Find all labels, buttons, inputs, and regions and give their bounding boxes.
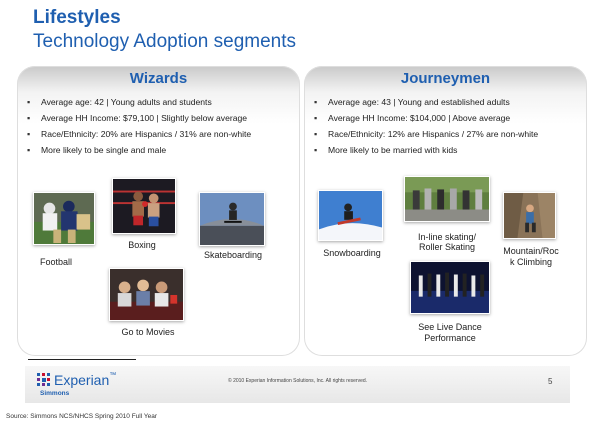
page-number: 5 xyxy=(548,377,553,386)
boxing-photo xyxy=(112,178,176,234)
climbing-caption-line2: k Climbing xyxy=(509,257,552,267)
footer-divider xyxy=(28,359,136,360)
wizards-panel: Wizards Average age: 42 | Young adults a… xyxy=(17,66,300,356)
journeymen-bullet-list: Average age: 43 | Young and established … xyxy=(314,96,583,160)
slide: Lifestyles Technology Adoption segments … xyxy=(0,0,595,426)
dance-caption-line2: Performance xyxy=(424,333,476,343)
football-photo xyxy=(33,192,95,245)
source-note: Source: Simmons NCS/NHCS Spring 2010 Ful… xyxy=(6,413,158,420)
boxing-caption: Boxing xyxy=(128,240,156,250)
wizards-bullet-lifestage: More likely to be single and male xyxy=(27,144,296,160)
slide-subtitle: Technology Adoption segments xyxy=(33,31,297,52)
skateboarding-caption: Skateboarding xyxy=(203,250,263,260)
wizards-bullet-age: Average age: 42 | Young adults and stude… xyxy=(27,96,296,112)
journeymen-heading: Journeymen xyxy=(400,70,491,87)
journeymen-panel: Journeymen Average age: 43 | Young and e… xyxy=(304,66,587,356)
dance-caption-line1: See Live Dance xyxy=(418,322,482,332)
skating-caption-line2: Roller Skating xyxy=(418,242,476,252)
climbing-caption-line1: Mountain/Roc xyxy=(503,246,559,256)
brand-name: Experian xyxy=(54,372,110,388)
snowboarding-photo xyxy=(318,190,383,241)
wizards-bullet-list: Average age: 42 | Young adults and stude… xyxy=(27,96,296,160)
simmons-label: Simmons xyxy=(40,390,70,397)
wizards-bullet-income: Average HH Income: $79,100 | Slightly be… xyxy=(27,112,296,128)
dance-photo xyxy=(410,261,490,314)
football-caption: Football xyxy=(39,257,73,267)
skateboarding-photo xyxy=(199,192,265,246)
climbing-photo xyxy=(503,192,556,239)
journeymen-bullet-lifestage: More likely to be married with kids xyxy=(314,144,583,160)
brand-trademark: ™ xyxy=(109,372,117,379)
wizards-heading: Wizards xyxy=(129,70,188,87)
copyright-notice: © 2010 Experian Information Solutions, I… xyxy=(228,378,368,384)
wizards-bullet-ethnicity: Race/Ethnicity: 20% are Hispanics / 31% … xyxy=(27,128,296,144)
journeymen-bullet-income: Average HH Income: $104,000 | Above aver… xyxy=(314,112,583,128)
journeymen-bullet-ethnicity: Race/Ethnicity: 12% are Hispanics / 27% … xyxy=(314,128,583,144)
experian-logo-icon xyxy=(37,373,50,386)
experian-logo-text: Experian™ xyxy=(54,372,116,388)
skating-photo xyxy=(404,176,490,222)
snowboarding-caption: Snowboarding xyxy=(323,248,381,258)
movies-caption: Go to Movies xyxy=(121,327,175,337)
movies-photo xyxy=(109,268,184,321)
journeymen-bullet-age: Average age: 43 | Young and established … xyxy=(314,96,583,112)
slide-title: Lifestyles xyxy=(33,7,121,28)
